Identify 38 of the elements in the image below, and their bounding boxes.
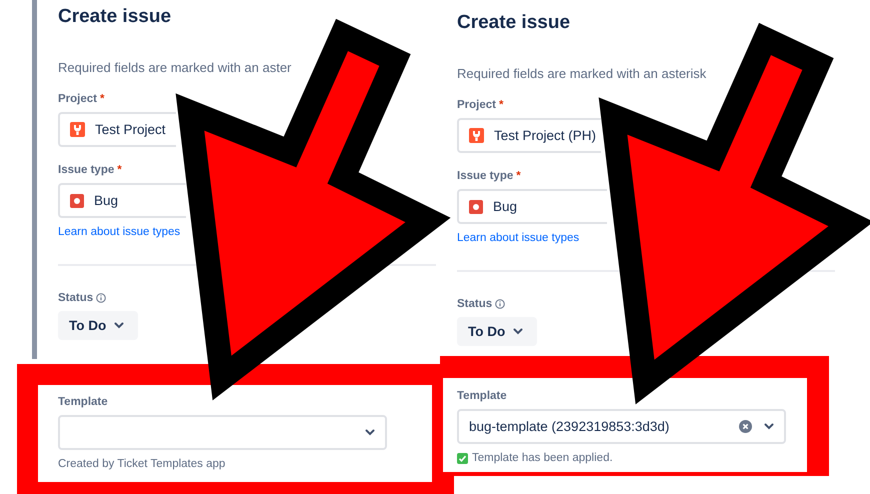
field-label: Issue type <box>58 163 114 177</box>
wrench-icon <box>70 122 85 137</box>
required-note: Required fields are marked with an aster <box>58 60 292 76</box>
bug-icon <box>70 194 84 208</box>
status-button[interactable]: To Do <box>457 317 537 346</box>
field-label: Project <box>58 92 97 106</box>
project-select[interactable]: Test Project <box>58 112 176 147</box>
chevron-down-icon <box>114 322 124 329</box>
dialog-title: Create issue <box>457 11 572 35</box>
info-icon <box>495 299 506 309</box>
helper-text: Template has been applied. <box>472 452 613 464</box>
required-mark: * <box>100 92 104 106</box>
required-mark: * <box>516 169 521 183</box>
clear-icon[interactable] <box>739 420 752 433</box>
dialog-title: Create issue <box>58 5 172 29</box>
field-label: Issue type <box>457 169 514 183</box>
project-select[interactable]: Test Project (PH) <box>457 118 601 153</box>
learn-link[interactable]: Learn about issue types <box>58 226 180 238</box>
learn-link[interactable]: Learn about issue types <box>457 232 580 244</box>
chevron-down-icon <box>513 328 524 335</box>
field-label: Template <box>457 389 508 403</box>
field-label: Template <box>58 395 109 409</box>
required-note: Required fields are marked with an asterisk <box>457 66 708 82</box>
field-label: Status <box>457 297 492 311</box>
wrench-icon <box>469 128 484 143</box>
required-mark: * <box>117 163 122 177</box>
field-label: Project <box>457 98 496 112</box>
issue-type-select[interactable]: Bug <box>58 183 186 218</box>
chevron-down-icon <box>764 423 774 430</box>
chevron-down-icon <box>365 429 375 436</box>
field-label: Status <box>58 291 94 305</box>
status-button[interactable]: To Do <box>58 311 138 340</box>
template-select[interactable]: bug-template (2392319853:3d3d) <box>457 409 786 444</box>
info-icon <box>96 293 106 303</box>
bug-icon <box>469 200 483 214</box>
helper-text: Created by Ticket Templates app <box>58 458 226 470</box>
issue-type-select[interactable]: Bug <box>457 189 607 224</box>
required-mark: * <box>499 98 504 112</box>
